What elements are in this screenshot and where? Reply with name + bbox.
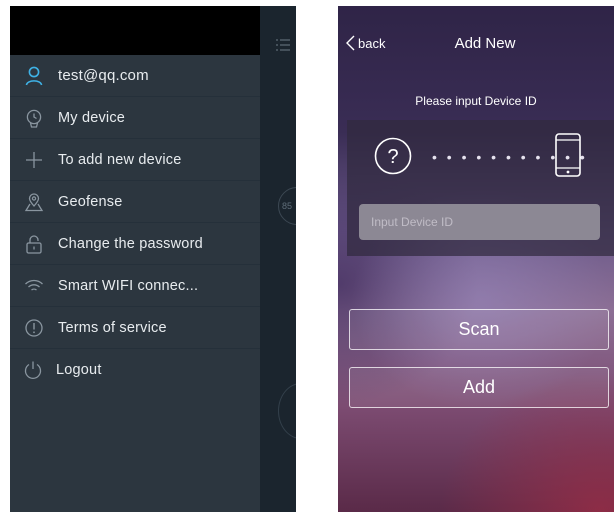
list-menu-icon[interactable] <box>276 38 290 56</box>
info-icon <box>23 317 45 339</box>
lock-icon <box>23 233 45 255</box>
gauge-value: 85 <box>282 201 293 211</box>
status-bar <box>10 6 296 55</box>
device-id-input[interactable] <box>359 204 600 240</box>
menu-item-geofense[interactable]: Geofense <box>10 181 260 223</box>
device-id-prompt: Please input Device ID <box>415 94 537 108</box>
add-new-screen: back Add New Please input Device ID ? • … <box>338 6 614 512</box>
menu-item-change-password[interactable]: Change the password <box>10 223 260 265</box>
question-icon: ? <box>374 137 412 180</box>
watch-icon <box>23 107 45 129</box>
chevron-left-icon <box>346 35 355 51</box>
side-drawer: test@qq.com My device To add new device … <box>10 55 260 512</box>
user-icon <box>23 65 45 87</box>
menu-item-label: Terms of service <box>58 319 167 336</box>
drawer-user-item[interactable]: test@qq.com <box>10 55 260 97</box>
menu-item-add-device[interactable]: To add new device <box>10 139 260 181</box>
menu-item-label: Change the password <box>58 235 203 252</box>
scan-button-label: Scan <box>458 319 500 339</box>
add-button[interactable]: Add <box>349 367 609 408</box>
menu-item-label: Smart WIFI connec... <box>58 277 199 294</box>
back-label: back <box>358 35 386 51</box>
svg-text:?: ? <box>387 146 398 168</box>
scan-button[interactable]: Scan <box>349 309 609 350</box>
power-icon <box>22 359 44 381</box>
menu-item-terms[interactable]: Terms of service <box>10 307 260 349</box>
map-pin-icon <box>23 191 45 213</box>
menu-item-label: Logout <box>56 362 102 378</box>
back-button[interactable]: back <box>346 35 385 51</box>
menu-item-logout[interactable]: Logout <box>10 349 260 391</box>
menu-item-my-device[interactable]: My device <box>10 97 260 139</box>
add-button-label: Add <box>462 377 496 397</box>
user-email: test@qq.com <box>58 67 149 84</box>
menu-item-label: Geofense <box>58 193 123 210</box>
menu-item-smart-wifi[interactable]: Smart WIFI connec... <box>10 265 260 307</box>
smartphone-icon <box>555 133 581 182</box>
menu-item-label: To add new device <box>58 151 182 168</box>
plus-icon <box>23 149 45 171</box>
menu-item-label: My device <box>58 109 126 126</box>
drawer-screen: test@qq.com My device To add new device … <box>10 6 296 512</box>
wifi-icon <box>23 275 45 297</box>
